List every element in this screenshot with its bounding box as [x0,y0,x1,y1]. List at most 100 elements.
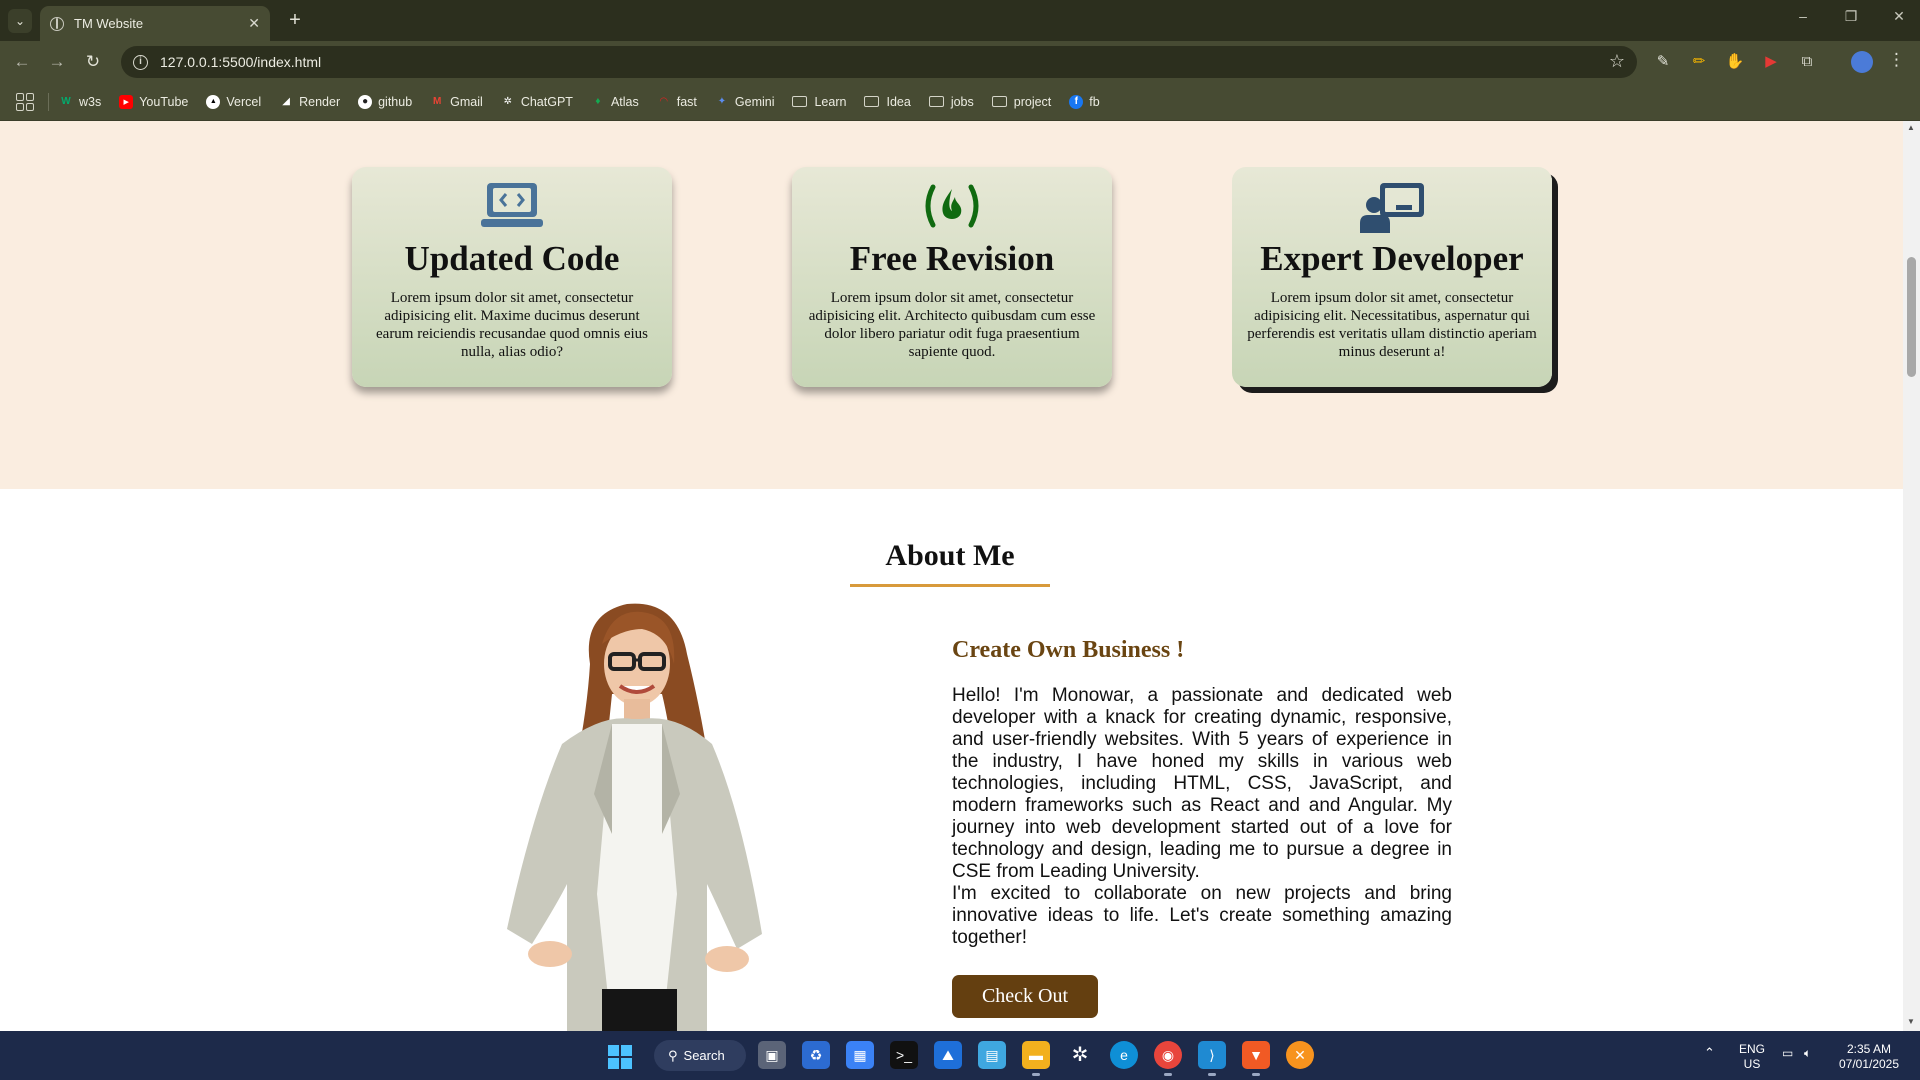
language-code: ENG [1738,1042,1765,1056]
card-title: Free Revision [849,239,1055,278]
search-label: Search [683,1048,725,1063]
bookmark-fb[interactable]: f fb [1069,94,1100,109]
bookmark-label: Gmail [450,94,483,109]
bookmark-youtube[interactable]: ▶ YouTube [119,94,188,109]
profile-avatar[interactable] [1851,51,1873,73]
video-extension-icon[interactable]: ▶ [1759,50,1783,74]
page-scrollbar[interactable]: ▲ ▼ [1903,121,1920,1031]
scrollbar-thumb[interactable] [1907,257,1916,377]
clock[interactable]: 2:35 AM 07/01/2025 [1834,1042,1904,1072]
scroll-up-arrow-icon[interactable]: ▲ [1907,123,1915,132]
bookmark-fast[interactable]: ◠ fast [657,95,697,109]
github-icon: ● [358,94,373,109]
bookmark-folder-project[interactable]: project [991,94,1052,109]
reload-icon[interactable]: ↻ [81,50,105,74]
network-icon[interactable]: ▭ [1782,1046,1793,1061]
edge-icon[interactable]: e [1110,1041,1138,1069]
url-text[interactable]: 127.0.0.1:5500/index.html [160,54,321,70]
check-out-button[interactable]: Check Out [952,975,1098,1018]
card-description: Lorem ipsum dolor sit amet, consectetur … [808,290,1096,360]
paint-icon[interactable]: ▤ [978,1041,1006,1069]
store-icon[interactable]: ▦ [846,1041,874,1069]
bookmark-github[interactable]: ● github [358,94,413,109]
chrome-icon[interactable]: ◉ [1154,1041,1182,1069]
recycle-app-icon[interactable]: ♻ [802,1041,830,1069]
tab-close-icon[interactable]: ✕ [248,15,260,32]
bookmark-label: fast [676,94,697,109]
tab-list-chevron-icon[interactable]: ⌄ [8,9,32,33]
about-heading: About Me [885,539,1015,572]
bookmark-label: project [1013,94,1052,109]
bookmark-label: Gemini [734,94,775,109]
bookmark-label: Learn [814,94,847,109]
bookmark-label: Vercel [226,94,262,109]
xampp-icon[interactable]: ✕ [1286,1041,1314,1069]
restore-button[interactable]: ❐ [1836,8,1866,25]
bookmark-chatgpt[interactable]: ✲ ChatGPT [501,95,573,109]
heading-underline [850,584,1050,587]
browser-tab-active[interactable]: TM Website ✕ [40,6,270,41]
bookmark-label: w3s [79,94,102,109]
bookmark-star-icon[interactable]: ☆ [1609,51,1625,72]
youtube-icon: ▶ [119,94,134,109]
new-tab-button[interactable]: + [282,8,308,34]
volume-icon[interactable]: 🔈︎ [1804,1046,1811,1061]
eyedropper-extension-icon[interactable]: ✎ [1651,50,1675,74]
apps-grid-icon[interactable] [16,92,34,111]
feature-card-updated-code: Updated Code Lorem ipsum dolor sit amet,… [352,167,672,387]
card-description: Lorem ipsum dolor sit amet, consectetur … [376,290,648,360]
search-icon: ⚲ [668,1047,678,1063]
adblock-extension-icon[interactable]: ✋ [1723,50,1747,74]
bookmarks-divider [48,92,49,111]
bookmark-folder-learn[interactable]: Learn [792,95,846,109]
address-bar[interactable]: i 127.0.0.1:5500/index.html ☆ [121,46,1637,78]
free-code-camp-icon [792,167,1112,229]
gmail-icon: M [433,96,442,107]
site-info-icon[interactable]: i [133,54,148,70]
bookmark-w3s[interactable]: W w3s [59,95,101,109]
chatgpt-app-icon[interactable]: ✲ [1066,1041,1094,1069]
bookmark-label: Idea [886,94,911,109]
file-explorer-icon[interactable]: ▬ [1022,1041,1050,1069]
terminal-icon[interactable]: >_ [890,1041,918,1069]
taskbar-search[interactable]: ⚲ Search [654,1040,746,1071]
fast-gauge-icon: ◠ [659,96,668,107]
running-indicator [1032,1073,1040,1076]
language-indicator[interactable]: ENG US [1736,1042,1768,1072]
card-title: Updated Code [404,239,620,278]
bookmark-folder-idea[interactable]: Idea [864,94,911,109]
card-title: Expert Developer [1260,239,1524,278]
w3s-icon: W [61,96,71,107]
folder-icon [792,96,808,107]
bookmark-gemini[interactable]: ✦ Gemini [715,95,775,109]
task-view-icon[interactable]: ▣ [758,1041,786,1069]
back-arrow-icon[interactable]: ← [10,50,34,74]
bookmark-render[interactable]: ◢ Render [279,95,340,109]
bookmark-vercel[interactable]: ▲ Vercel [206,94,262,109]
browser-toolbar: ← → ↻ i 127.0.0.1:5500/index.html ☆ ✎ ✏ … [0,41,1920,83]
chatgpt-icon: ✲ [503,96,513,107]
scroll-down-arrow-icon[interactable]: ▼ [1907,1017,1915,1026]
tray-overflow-chevron-icon[interactable]: ⌃ [1704,1045,1715,1060]
extensions-puzzle-icon[interactable]: ⧉ [1795,50,1819,74]
brave-icon[interactable]: ▼ [1242,1041,1270,1069]
bookmark-gmail[interactable]: M Gmail [430,95,483,109]
about-paragraph-1: Hello! I'm Monowar, a passionate and ded… [952,685,1452,882]
atlas-leaf-icon: ♦ [595,96,601,107]
bookmark-label: github [378,94,413,109]
globe-icon [50,16,64,31]
running-indicator [1164,1073,1172,1076]
bookmark-folder-jobs[interactable]: jobs [928,95,974,109]
bookmark-atlas[interactable]: ♦ Atlas [591,95,638,109]
laptop-code-icon [352,167,672,229]
windows-taskbar: ⚲ Search ▣ ♻ ▦ >_ ⛰ ▤ ▬ ✲ e ◉ ⟩ ▼ ✕ ⌃ EN… [0,1031,1920,1080]
minimize-button[interactable]: – [1788,8,1818,24]
vscode-icon[interactable]: ⟩ [1198,1041,1226,1069]
close-window-button[interactable]: ✕ [1884,8,1914,25]
browser-menu-icon[interactable]: ⋮ [1888,50,1905,70]
forward-arrow-icon[interactable]: → [45,50,69,74]
highlighter-extension-icon[interactable]: ✏ [1687,50,1711,74]
about-paragraph-2: I'm excited to collaborate on new projec… [952,883,1452,948]
photos-icon[interactable]: ⛰ [934,1041,962,1069]
windows-start-icon[interactable] [608,1045,632,1069]
